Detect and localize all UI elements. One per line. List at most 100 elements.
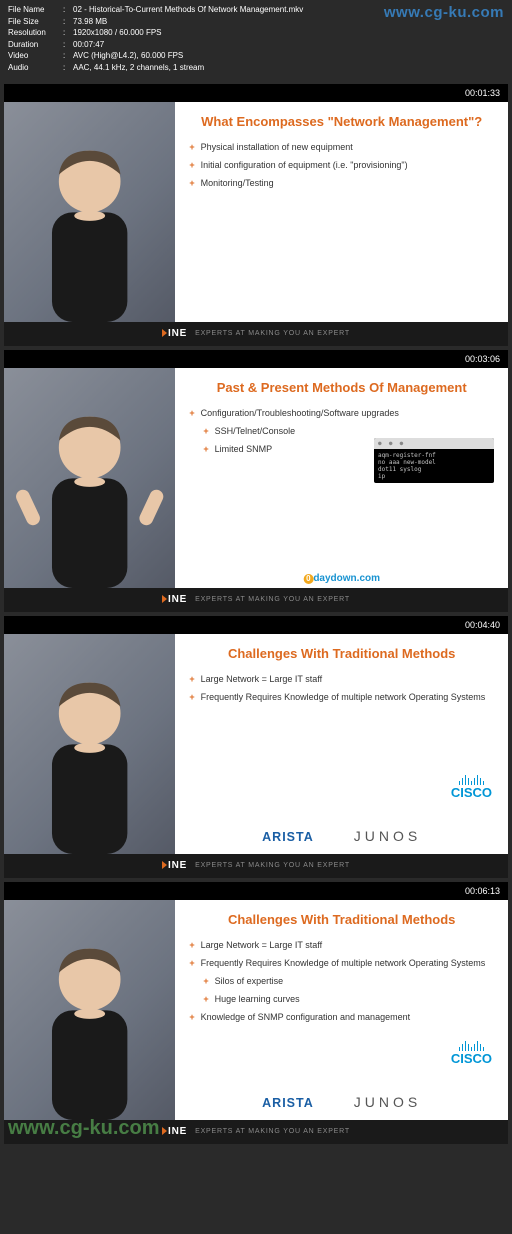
meta-label: Audio xyxy=(8,62,63,74)
bullet: + Knowledge of SNMP configuration and man… xyxy=(189,1011,494,1023)
meta-label: File Size xyxy=(8,16,63,28)
bullet-icon: + xyxy=(189,159,194,171)
bullet-text: Knowledge of SNMP configuration and mana… xyxy=(201,1011,410,1023)
video-frame: Challenges With Traditional Methods +Lar… xyxy=(4,900,508,1120)
bullet-text: Frequently Requires Knowledge of multipl… xyxy=(201,691,486,703)
bullet: + Initial configuration of equipment (i.e… xyxy=(189,159,494,171)
junos-logo: JUNOS xyxy=(354,1094,421,1110)
ine-logo: INE xyxy=(162,328,187,339)
bullet-icon: + xyxy=(189,141,194,153)
bullet-text: Large Network = Large IT staff xyxy=(201,939,322,951)
video-frame: Past & Present Methods Of Management + Co… xyxy=(4,368,508,588)
meta-value: 1920x1080 / 60.000 FPS xyxy=(73,27,504,39)
meta-value: AVC (High@L4.2), 60.000 FPS xyxy=(73,50,504,62)
bullet-text: Huge learning curves xyxy=(215,993,300,1005)
watermark-0day: 00daydown.comdaydown.com xyxy=(303,573,380,584)
bullet: + Monitoring/Testing xyxy=(189,177,494,189)
meta-value: 00:07:47 xyxy=(73,39,504,51)
bullet-icon: + xyxy=(189,177,194,189)
bullet: + Frequently Requires Knowledge of multip… xyxy=(189,691,494,703)
meta-colon: : xyxy=(63,27,73,39)
meta-row-video: Video : AVC (High@L4.2), 60.000 FPS xyxy=(8,50,504,62)
slide-title: Past & Present Methods Of Management xyxy=(189,380,494,395)
bullet-text: Limited SNMP xyxy=(215,443,273,455)
thumbnail-frame: 00:01:33 What Encompasses "Network Manag… xyxy=(0,80,512,346)
slide-content: What Encompasses "Network Management"? +… xyxy=(175,102,508,322)
bullet-text: Configuration/Troubleshooting/Software u… xyxy=(201,407,399,419)
bullet-icon: + xyxy=(203,425,208,437)
bullet-text: Large Network = Large IT staff xyxy=(201,673,322,685)
thumbnail-frame: 00:03:06 Past & Present Methods Of Manag… xyxy=(0,346,512,612)
slide-content: Past & Present Methods Of Management + Co… xyxy=(175,368,508,588)
thumbnail-frame: 00:06:13 Challenges With Traditional Met… xyxy=(0,878,512,1144)
footer-tagline: EXPERTS AT MAKING YOU AN EXPERT xyxy=(195,1128,350,1135)
meta-label: Resolution xyxy=(8,27,63,39)
presenter-pane xyxy=(4,102,175,322)
meta-colon: : xyxy=(63,62,73,74)
bullet: + Frequently Requires Knowledge of multip… xyxy=(189,957,494,969)
bullet-sub: + SSH/Telnet/Console xyxy=(203,425,494,437)
bullet-icon: + xyxy=(203,993,208,1005)
bullet-text: Monitoring/Testing xyxy=(201,177,274,189)
video-frame: Challenges With Traditional Methods + Lar… xyxy=(4,634,508,854)
meta-label: Duration xyxy=(8,39,63,51)
watermark-bottom: www.cg-ku.com xyxy=(8,1117,160,1140)
meta-label: Video xyxy=(8,50,63,62)
bullet: + Large Network = Large IT staff xyxy=(189,939,494,951)
ine-logo: INE xyxy=(162,1126,187,1137)
bullet-icon: + xyxy=(203,443,208,455)
bullet-icon: + xyxy=(189,1011,194,1023)
bullet: + Physical installation of new equipment xyxy=(189,141,494,153)
ine-logo: INE xyxy=(162,860,187,871)
bullet-sub: + Silos of expertise xyxy=(203,975,494,987)
bullet-icon: + xyxy=(189,407,194,419)
slide-title: What Encompasses "Network Management"? xyxy=(189,114,494,129)
meta-row-audio: Audio : AAC, 44.1 kHz, 2 channels, 1 str… xyxy=(8,62,504,74)
presenter-pane xyxy=(4,368,175,588)
footer-tagline: EXPERTS AT MAKING YOU AN EXPERT xyxy=(195,862,350,869)
cisco-logo: CISCO xyxy=(451,773,492,799)
bullet-icon: + xyxy=(189,939,194,951)
arista-logo: ARISTA xyxy=(262,1096,314,1110)
meta-colon: : xyxy=(63,16,73,28)
bullet-text: Initial configuration of equipment (i.e.… xyxy=(201,159,408,171)
presenter-pane xyxy=(4,900,175,1120)
bullet-text: Frequently Requires Knowledge of multipl… xyxy=(201,957,486,969)
terminal-window: aqm-register-fnf no aaa new-model dot11 … xyxy=(374,438,494,483)
timestamp-bar: 00:01:33 xyxy=(4,84,508,102)
timestamp-bar: 00:04:40 xyxy=(4,616,508,634)
bullet-text: Physical installation of new equipment xyxy=(201,141,353,153)
slide-content: Challenges With Traditional Methods +Lar… xyxy=(175,900,508,1120)
slide-title: Challenges With Traditional Methods xyxy=(189,646,494,661)
video-frame: What Encompasses "Network Management"? +… xyxy=(4,102,508,322)
thumbnail-frame: 00:04:40 Challenges With Traditional Met… xyxy=(0,612,512,878)
timestamp-bar: 00:03:06 xyxy=(4,350,508,368)
slide-content: Challenges With Traditional Methods + Lar… xyxy=(175,634,508,854)
bullet: + Configuration/Troubleshooting/Software … xyxy=(189,407,494,419)
meta-value: AAC, 44.1 kHz, 2 channels, 1 stream xyxy=(73,62,504,74)
bullet-icon: + xyxy=(189,691,194,703)
meta-colon: : xyxy=(63,50,73,62)
bullet-text: SSH/Telnet/Console xyxy=(215,425,296,437)
footer-tagline: EXPERTS AT MAKING YOU AN EXPERT xyxy=(195,596,350,603)
bullet-sub: + Huge learning curves xyxy=(203,993,494,1005)
meta-colon: : xyxy=(63,4,73,16)
bullet-text: Silos of expertise xyxy=(215,975,284,987)
slide-footer: INE EXPERTS AT MAKING YOU AN EXPERT xyxy=(4,854,508,878)
footer-tagline: EXPERTS AT MAKING YOU AN EXPERT xyxy=(195,330,350,337)
slide-footer: INE EXPERTS AT MAKING YOU AN EXPERT xyxy=(4,588,508,612)
timestamp-bar: 00:06:13 xyxy=(4,882,508,900)
watermark-top: www.cg-ku.com xyxy=(384,4,504,21)
arista-logo: ARISTA xyxy=(262,830,314,844)
meta-label: File Name xyxy=(8,4,63,16)
meta-colon: : xyxy=(63,39,73,51)
meta-row-duration: Duration : 00:07:47 xyxy=(8,39,504,51)
bullet: + Large Network = Large IT staff xyxy=(189,673,494,685)
bullet-icon: + xyxy=(203,975,208,987)
ine-logo: INE xyxy=(162,594,187,605)
bullet-icon: + xyxy=(189,673,194,685)
cisco-logo: CISCO xyxy=(451,1039,492,1065)
bullet-icon: + xyxy=(189,957,194,969)
presenter-pane xyxy=(4,634,175,854)
slide-footer: INE EXPERTS AT MAKING YOU AN EXPERT xyxy=(4,322,508,346)
